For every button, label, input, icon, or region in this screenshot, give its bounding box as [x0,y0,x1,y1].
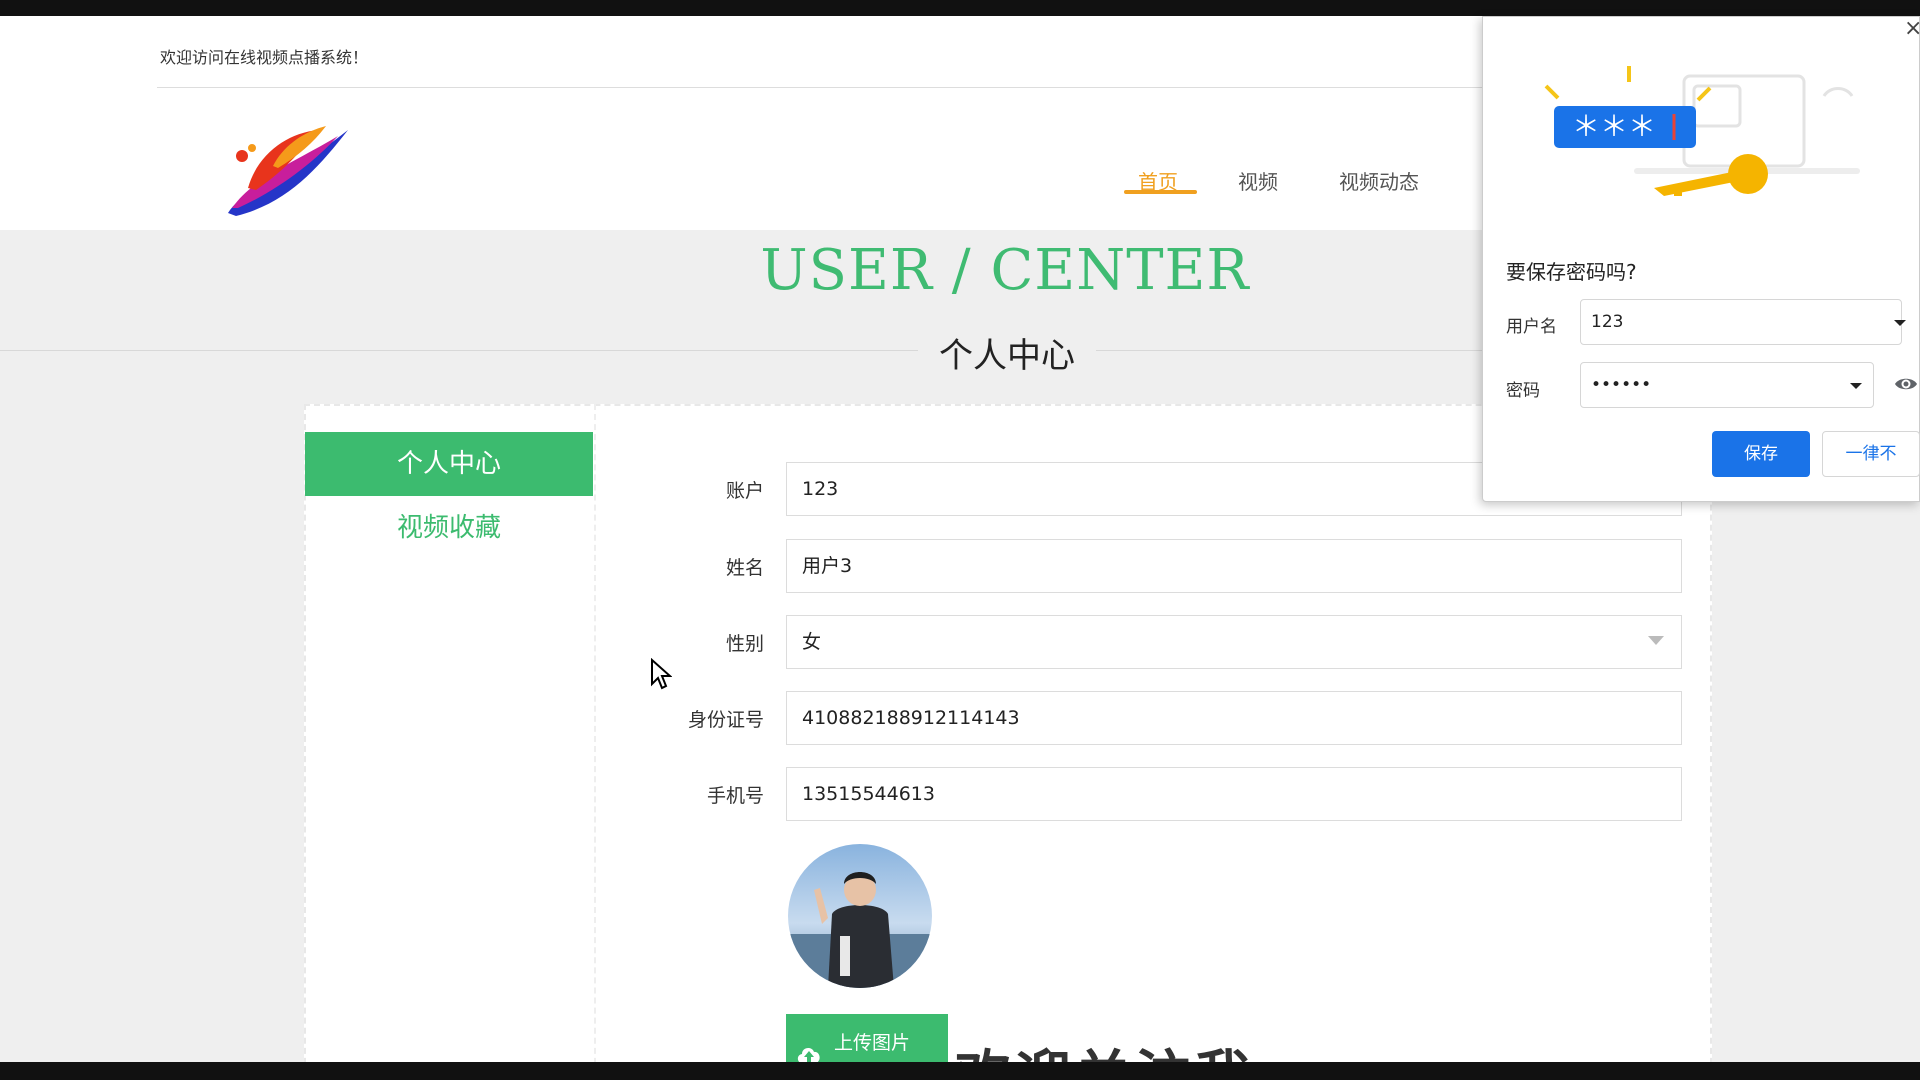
gender-label: 性别 [725,633,764,655]
name-label: 姓名 [725,557,764,579]
welcome-text: 欢迎访问在线视频点播系统！ [160,48,369,67]
site-logo[interactable] [218,108,358,228]
save-password-button[interactable]: 保存 [1712,431,1810,477]
show-password-eye-icon[interactable] [1894,372,1918,396]
name-field[interactable]: 用户3 [786,539,1682,593]
password-stars: ＊＊＊ [1572,110,1656,143]
upload-image-label: 上传图片 [833,1032,910,1054]
chevron-down-icon [1648,636,1664,645]
header-divider [157,87,1487,88]
avatar [788,844,932,988]
popup-username-label: 用户名 [1506,317,1557,337]
window-bottom-bar [0,1062,1920,1080]
close-icon[interactable]: × [1904,16,1920,41]
sidebar-divider [594,404,598,1062]
save-password-title: 要保存密码吗? [1506,260,1637,284]
id-number-label: 身份证号 [687,709,764,731]
sidebar-item-video-favorites[interactable]: 视频收藏 [305,496,593,560]
password-dropdown-icon[interactable] [1850,383,1862,389]
never-save-button[interactable]: 一律不 [1822,431,1920,477]
nav-video-news[interactable]: 视频动态 [1339,166,1419,195]
id-number-field[interactable]: 410882188912114143 [786,691,1682,745]
upload-image-button[interactable]: 上传图片 [786,1014,948,1062]
window-top-bar [0,0,1920,16]
nav-videos[interactable]: 视频 [1238,166,1278,195]
overlay-caption: 欢迎关注我 [955,1032,1255,1062]
account-label: 账户 [725,480,764,502]
hero-title-cn: 个人中心 [918,328,1096,377]
username-dropdown-icon[interactable] [1894,320,1906,326]
popup-username-field[interactable]: 123 [1580,299,1902,345]
phone-field[interactable]: 13515544613 [786,767,1682,821]
password-key-illustration: ＊＊＊ [1544,66,1860,196]
upload-cloud-icon [796,1030,822,1062]
phone-label: 手机号 [706,785,764,807]
gender-select[interactable]: 女 [786,615,1682,669]
mouse-cursor-icon [651,658,672,690]
nav-active-underline [1124,190,1197,194]
avatar-photo [788,872,932,988]
popup-password-field[interactable]: •••••• [1580,362,1874,408]
popup-password-label: 密码 [1506,381,1540,401]
sidebar-item-user-center[interactable]: 个人中心 [305,432,593,496]
